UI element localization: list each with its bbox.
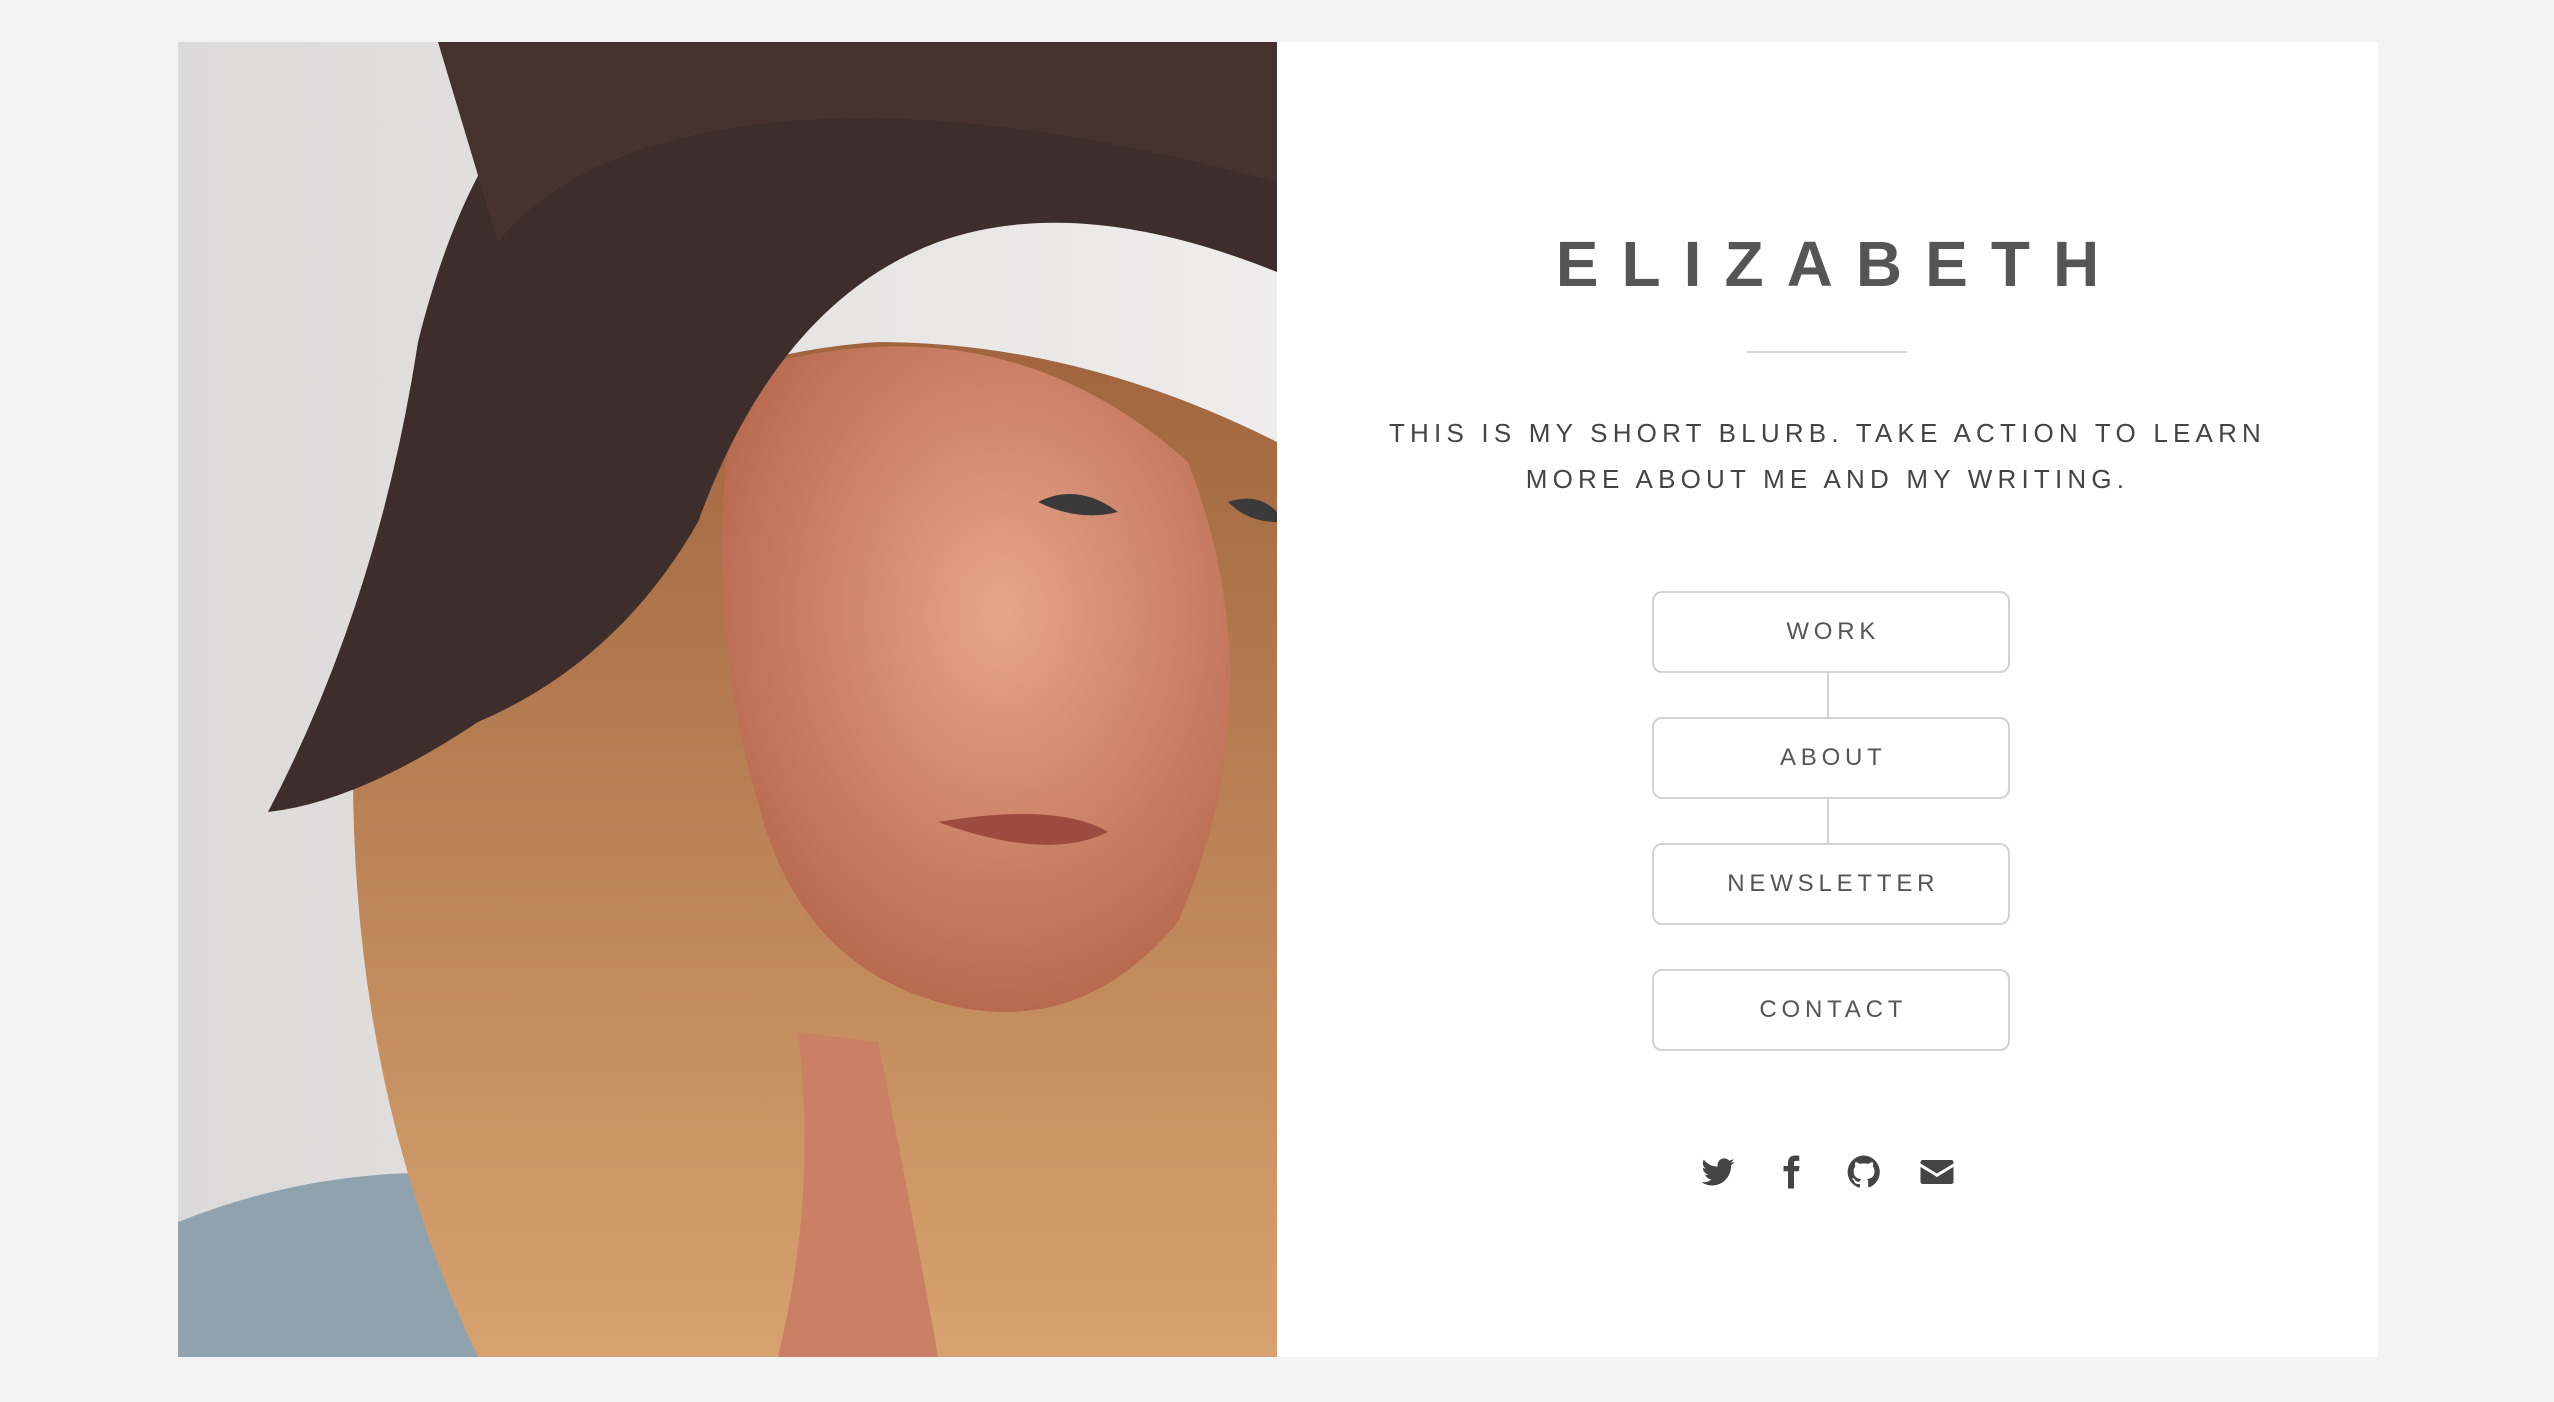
work-button[interactable]: WORK [1652, 591, 2010, 673]
profile-card: ELIZABETH THIS IS MY SHORT BLURB. TAKE A… [178, 42, 2378, 1357]
portrait-photo [178, 42, 1277, 1357]
about-button[interactable]: ABOUT [1652, 717, 2010, 799]
connector-line [1827, 797, 1829, 843]
connector-line [1827, 671, 1829, 717]
email-icon[interactable] [1919, 1154, 1955, 1190]
contact-button[interactable]: CONTACT [1652, 969, 2010, 1051]
site-title: ELIZABETH [1555, 228, 2123, 300]
intro-panel: ELIZABETH THIS IS MY SHORT BLURB. TAKE A… [1277, 42, 2378, 1357]
twitter-icon[interactable] [1700, 1154, 1736, 1190]
github-icon[interactable] [1846, 1154, 1882, 1190]
facebook-icon[interactable] [1773, 1154, 1809, 1190]
social-links [1277, 1154, 2378, 1190]
newsletter-button[interactable]: NEWSLETTER [1652, 843, 2010, 925]
blurb-text: THIS IS MY SHORT BLURB. TAKE ACTION TO L… [1388, 418, 2267, 494]
title-divider [1747, 351, 1907, 353]
